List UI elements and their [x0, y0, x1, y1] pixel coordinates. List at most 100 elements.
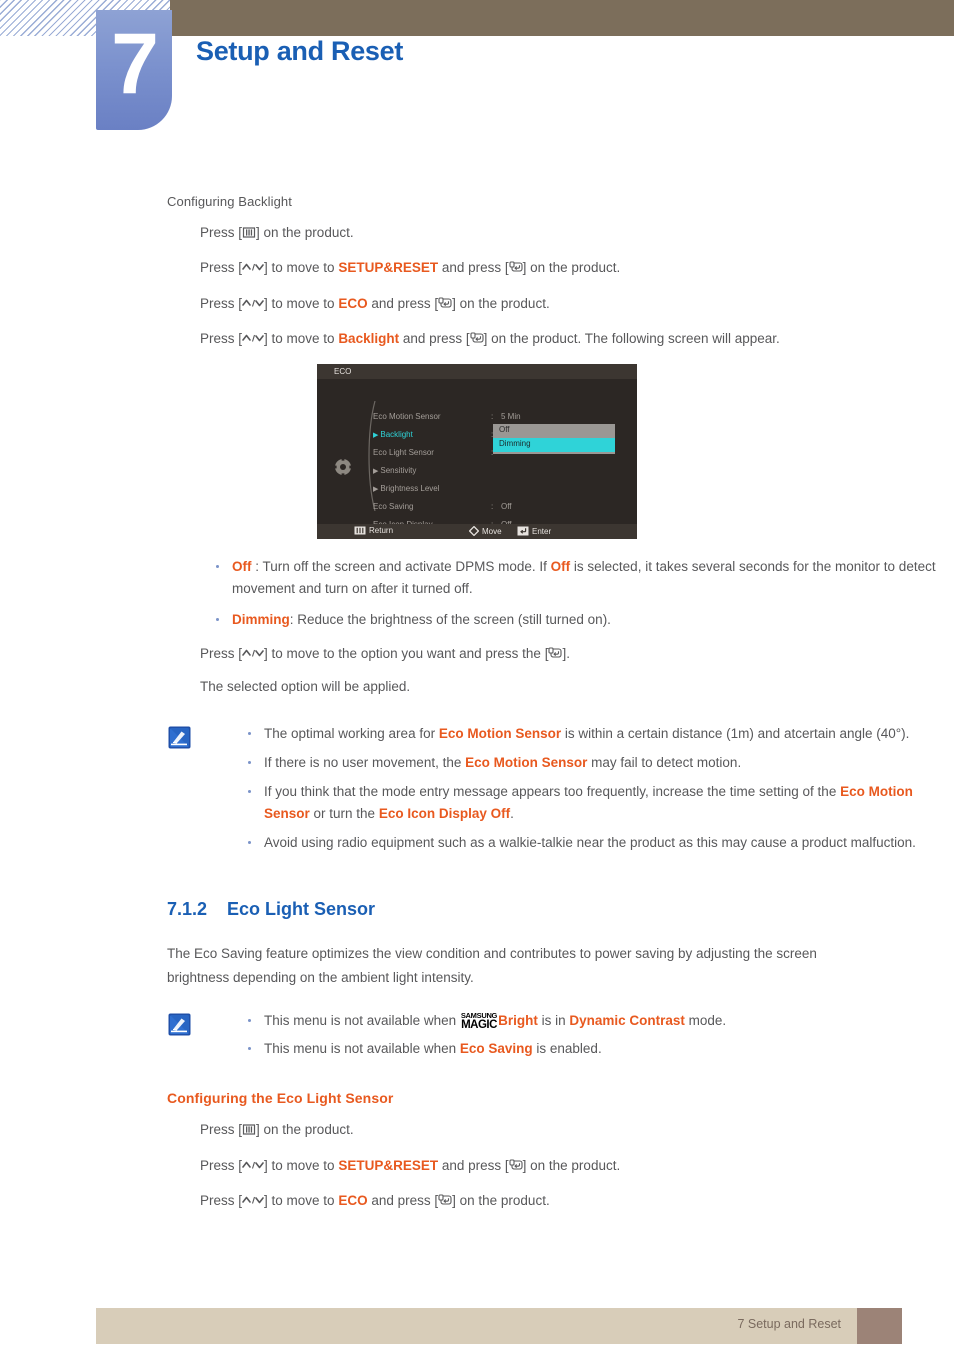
text-c: is in [537, 1012, 570, 1028]
section-number: 7.1.2 [167, 899, 208, 920]
target-eco: ECO [338, 295, 368, 311]
term-eco-motion-sensor: Eco Motion Sensor [438, 726, 562, 742]
osd-row-value: Off [501, 502, 512, 511]
osd-menu-screenshot: ECO Eco Motion Sensor : 5 Min ▶ Backlight… [317, 364, 637, 539]
osd-title-bar: ECO [317, 364, 637, 379]
osd-row[interactable]: Eco Saving : Off [373, 501, 623, 519]
step-text-mid: ] to move to [264, 1192, 339, 1208]
footer-accent-block [857, 1308, 902, 1344]
eco-light-sensor-steps: Press [] on the product. Press [] to mov… [0, 1120, 954, 1211]
move-diamond-icon [468, 525, 480, 538]
text-a: The optimal working area for [264, 726, 439, 742]
text-a: Avoid using radio equipment such as a wa… [264, 834, 916, 850]
osd-row-colon: : [491, 412, 494, 421]
section-paragraph: The Eco Saving feature optimizes the vie… [167, 946, 817, 985]
step-press-option: Press [ ] to move to the option you want … [200, 644, 954, 664]
step-text-post: ] on the product. The following screen w… [483, 330, 780, 346]
osd-row-label: Eco Saving [373, 502, 414, 511]
step-text-post: ] on the product. [452, 295, 550, 311]
step-text-pre: Press [ [200, 1122, 243, 1138]
step-text-mid2: and press [ [367, 295, 439, 311]
backlight-steps: Press [] on the product. Press [] to mov… [0, 223, 954, 349]
step-text-post: ] on the product. [256, 1122, 354, 1138]
osd-row-label-text: Backlight [380, 430, 413, 439]
enter-key-icon [509, 261, 523, 273]
enter-key-icon [470, 332, 484, 344]
osd-row-label-text: Brightness Level [380, 484, 440, 493]
osd-footer-return: Return [354, 526, 393, 537]
step-text-pre: Press [ [200, 1157, 243, 1173]
step-move-setupreset: Press [] to move to SETUP&RESET and pres… [200, 1156, 954, 1176]
target-setupreset: SETUP&RESET [338, 1157, 439, 1173]
step-text-mid: ] to move to [264, 330, 339, 346]
step-text-post: ] on the product. [256, 225, 354, 240]
osd-footer-label: Move [482, 527, 502, 536]
logo-line-2: MAGIC [461, 1018, 497, 1031]
list-item: This menu is not available when SAMSUNG M… [242, 1010, 954, 1032]
menu-key-icon [242, 1124, 256, 1135]
updown-key-icon [242, 648, 264, 659]
subheading-configuring-backlight: Configuring Backlight [167, 194, 292, 209]
enter-key-icon [509, 1159, 523, 1171]
list-item: This menu is not available when Eco Savi… [242, 1038, 954, 1060]
step-text-pre: Press [ [200, 330, 243, 346]
subheading-configuring-eco-light-sensor: Configuring the Eco Light Sensor [167, 1090, 394, 1107]
term-eco-icon-display-off: Eco Icon Display Off [378, 805, 511, 821]
step-move-eco: Press [] to move to ECO and press [] on … [200, 294, 954, 314]
osd-row-label: ▶ Sensitivity [373, 466, 416, 475]
menu-key-icon [242, 227, 256, 238]
step-press-menu: Press [ ] on the product. [200, 1120, 954, 1140]
triangle-right-icon: ▶ [373, 486, 379, 493]
osd-row-label: ▶ Backlight [373, 430, 413, 439]
note-box-2: This menu is not available when SAMSUNG M… [167, 1010, 954, 1061]
osd-option-popup[interactable]: Off Dimming [493, 424, 615, 454]
step-text-pre: Press [ [200, 645, 243, 661]
step-text-pre: Press [ [200, 225, 243, 240]
chapter-badge: 7 [96, 10, 172, 130]
menu-key-icon [354, 526, 366, 537]
desc: : Turn off the screen and activate DPMS … [251, 559, 551, 574]
enter-key-icon [548, 647, 563, 659]
osd-body: Eco Motion Sensor : 5 Min ▶Backlight : E… [317, 379, 637, 529]
term-eco-saving: Eco Saving [459, 1041, 533, 1057]
osd-option-off[interactable]: Off [493, 424, 615, 438]
step-move-backlight: Press [] to move to Backlight and press … [200, 329, 954, 349]
osd-row[interactable]: ▶ Brightness Level [373, 483, 623, 501]
osd-option-dimming[interactable]: Dimming [493, 438, 615, 452]
page-title: Setup and Reset [196, 36, 404, 66]
step-text-mid2: and press [ [367, 1192, 439, 1208]
step-text-post: ] to move to the option you want and pre… [264, 645, 549, 661]
target-backlight: Backlight [338, 330, 400, 346]
option-bullet-list: Off : Turn off the screen and activate D… [210, 556, 954, 631]
text-c: or turn the [309, 805, 379, 821]
step-text-post: ] on the product. [522, 1157, 621, 1173]
text-c: is enabled. [532, 1041, 602, 1057]
term-dimming: Dimming [232, 611, 290, 627]
header-brown-bar [170, 0, 954, 36]
updown-key-icon [242, 298, 264, 309]
page-header: 7 Setup and Reset [0, 0, 954, 140]
updown-key-icon [242, 262, 264, 273]
step-text-pre: Press [ [200, 295, 243, 311]
osd-row[interactable]: ▶ Sensitivity [373, 465, 623, 483]
text-a: If you think that the mode entry message… [264, 783, 841, 799]
updown-key-icon [242, 1195, 264, 1206]
note-pencil-icon [168, 726, 191, 749]
list-item: If you think that the mode entry message… [242, 781, 954, 825]
text-e: mode. [684, 1012, 727, 1028]
text-a: If there is no user movement, the [264, 754, 466, 770]
enter-key-icon [438, 296, 452, 309]
osd-row-value: 5 Min [501, 412, 521, 421]
list-item-dimming: Dimming: Reduce the brightness of the sc… [210, 609, 954, 631]
step-text-post2: ]. [562, 645, 570, 661]
osd-footer-move: Move [468, 525, 502, 538]
chapter-number: 7 [111, 16, 159, 112]
list-item: If there is no user movement, the Eco Mo… [242, 752, 954, 774]
note-box-1: The optimal working area for Eco Motion … [167, 723, 954, 853]
text-c: may fail to detect motion. [587, 754, 742, 770]
enter-key-icon [438, 1194, 452, 1206]
footer-text: 7 Setup and Reset [737, 1317, 841, 1331]
target-eco: ECO [338, 1192, 368, 1208]
triangle-right-icon: ▶ [373, 468, 379, 475]
list-item-off: Off : Turn off the screen and activate D… [210, 556, 954, 600]
